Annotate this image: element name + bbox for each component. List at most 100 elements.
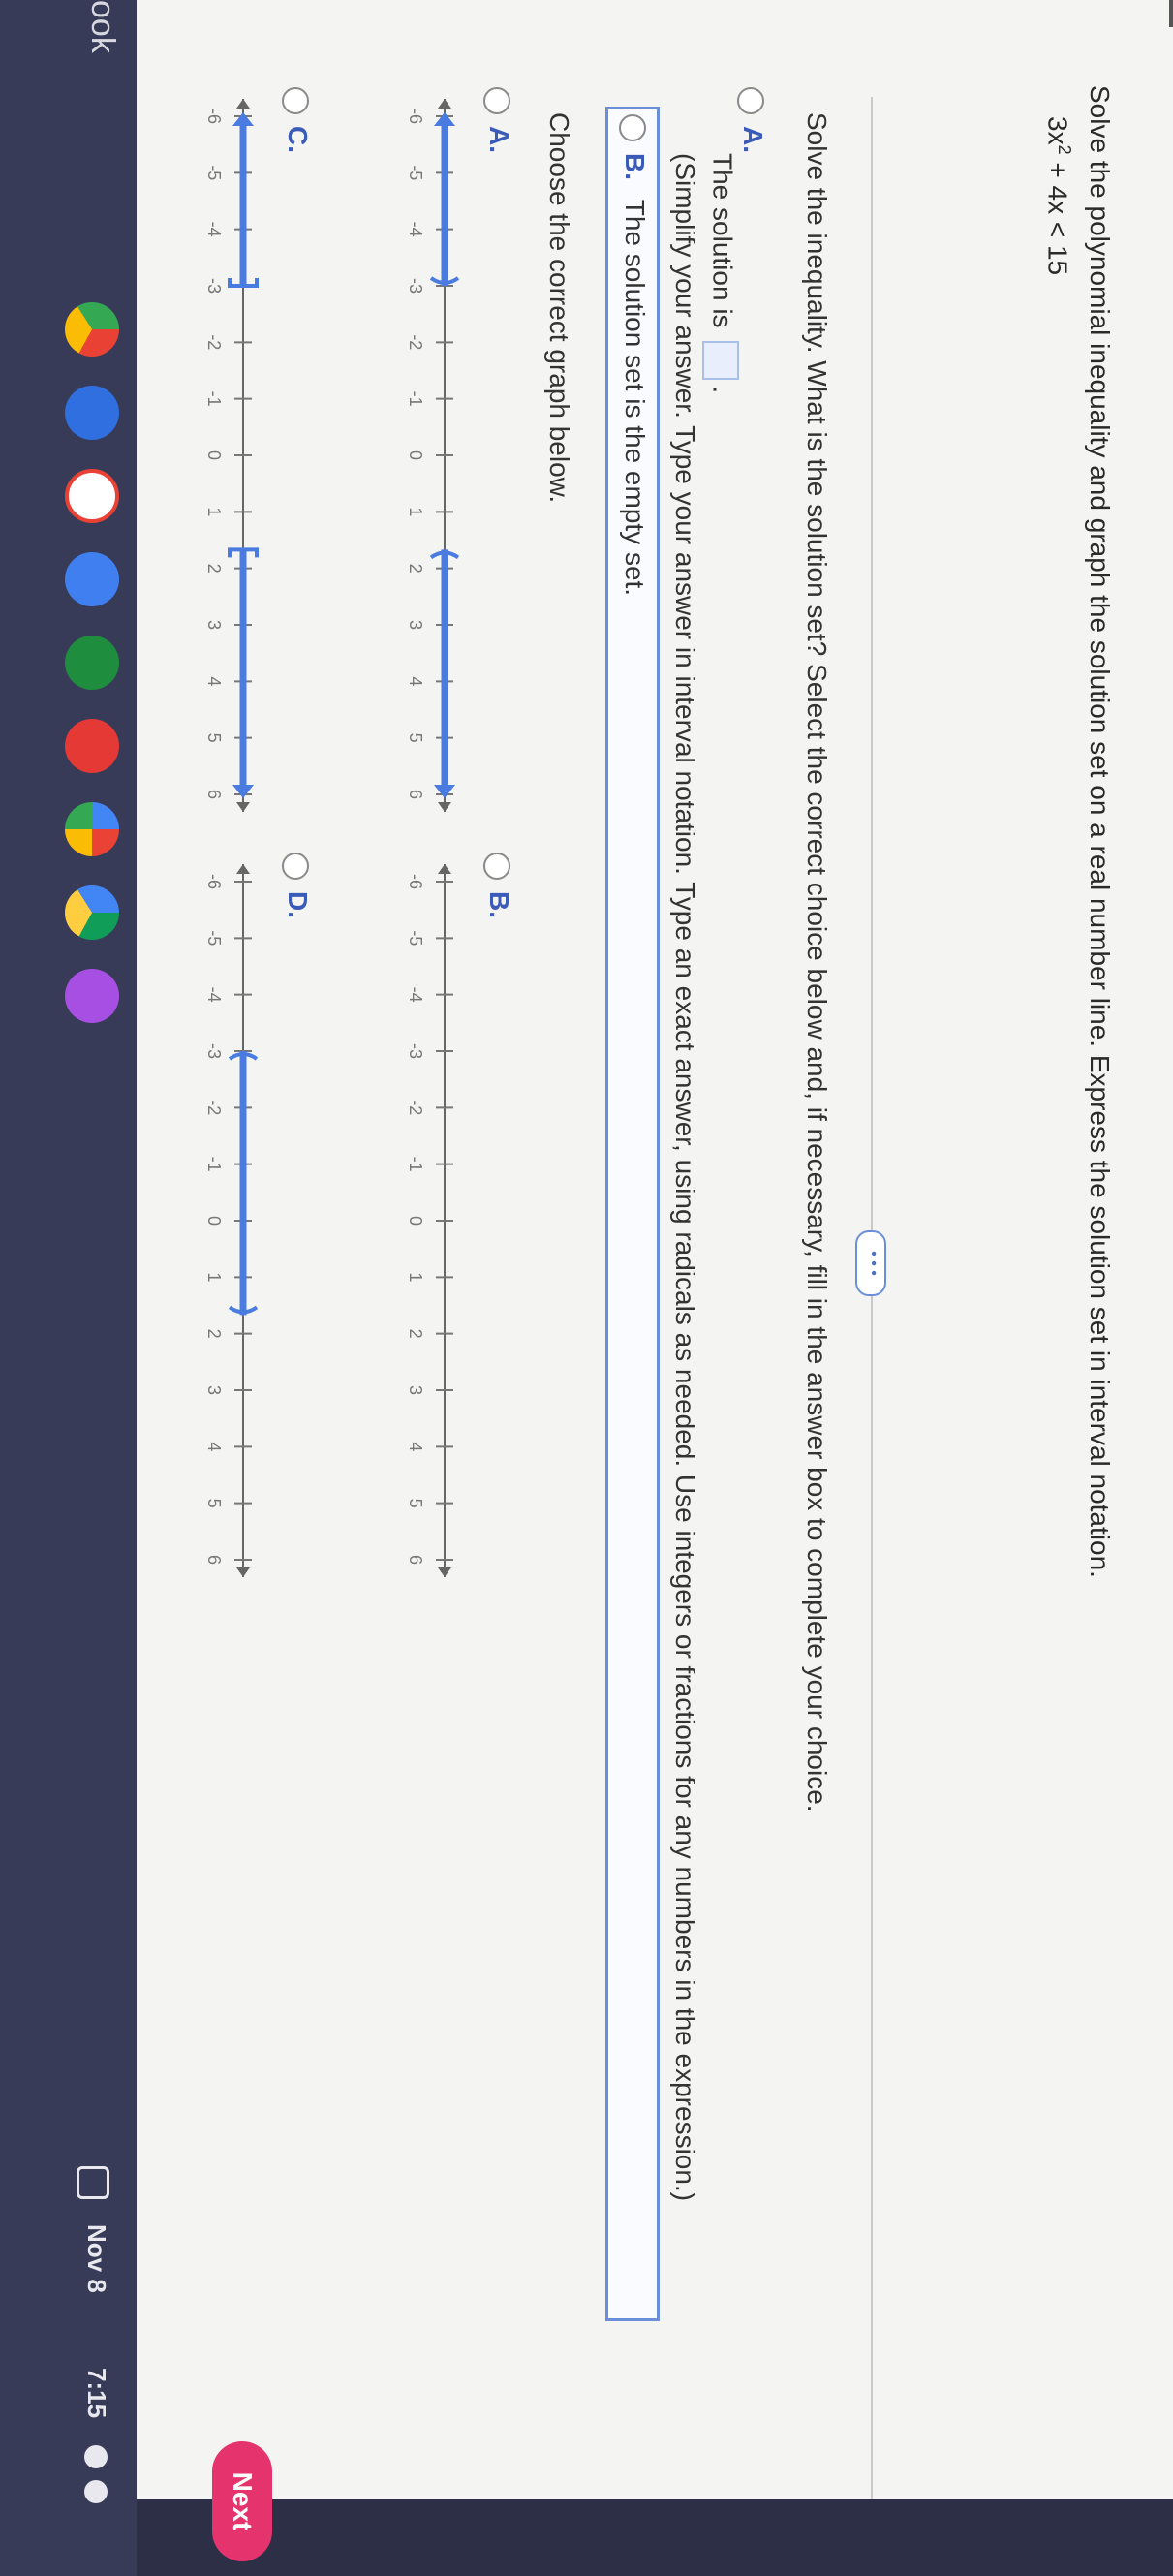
graph-a-right-arrow <box>438 802 451 812</box>
notification-icon[interactable] <box>77 2166 109 2199</box>
graph-c-tick-label: 1 <box>204 507 224 516</box>
graph-a-tick-label: 5 <box>406 733 425 743</box>
graph-b-radio[interactable] <box>483 853 511 880</box>
graph-c-option[interactable]: C. <box>282 87 313 153</box>
graph-b-number-line: -6 -5 -4 -3 -2 -1 0 1 2 3 4 5 6 <box>406 864 453 1577</box>
photos-icon[interactable] <box>65 802 119 856</box>
graph-c-tick-label: -4 <box>204 222 224 237</box>
graph-b-tick-label: 0 <box>406 1216 425 1226</box>
graph-b-tick-label: 2 <box>406 1329 425 1339</box>
graph-c-tick-label: 6 <box>204 790 224 799</box>
graph-b-left-arrow <box>438 864 451 874</box>
keep-icon[interactable] <box>65 969 119 1023</box>
taskbar-time[interactable]: 7:15 <box>81 2368 111 2418</box>
graph-c-radio[interactable] <box>282 87 310 114</box>
graph-d-tick-label: 3 <box>204 1385 224 1395</box>
drive-icon[interactable] <box>65 885 119 940</box>
graph-c-tick-label: 0 <box>204 450 224 460</box>
graph-c-segment-arrow <box>232 112 254 126</box>
graph-b-right-arrow <box>438 1567 451 1577</box>
graph-b-tick-label: 4 <box>406 1442 425 1451</box>
graph-a-radio[interactable] <box>483 87 511 114</box>
youtube-icon[interactable] <box>65 719 119 773</box>
choice-b-text: The solution set is the empty set. <box>620 199 650 597</box>
choice-b-label: B. <box>620 153 650 180</box>
graph-a-tick-label: 0 <box>406 450 425 460</box>
wifi-icon[interactable] <box>84 2445 108 2468</box>
graph-c-tick-label: 4 <box>204 676 224 686</box>
expression-rest: + 4x < 15 <box>1042 154 1073 276</box>
graph-d-tick-label: 2 <box>204 1329 224 1339</box>
screen: Solve the polynomial inequality and grap… <box>0 0 1173 2576</box>
graph-a-tick-label: 3 <box>406 620 425 630</box>
graph-b-tick-label: -4 <box>406 987 425 1003</box>
taskbar-side-text: ook <box>84 0 121 53</box>
chrome-icon[interactable] <box>65 302 119 357</box>
expression-base: 3x <box>1042 116 1073 145</box>
graph-d-right-arrow <box>236 1567 250 1577</box>
graph-a-segment-arrow <box>434 785 455 798</box>
graph-a-segment-arrow <box>434 112 455 126</box>
graph-c-tick-label: 3 <box>204 620 224 630</box>
graph-d-radio[interactable] <box>282 853 310 880</box>
graph-c-right-arrow <box>236 802 250 812</box>
graph-b-option[interactable]: B. <box>483 853 514 918</box>
graph-a-label: A. <box>484 126 514 153</box>
graph-c-left-arrow <box>236 99 250 109</box>
graph-b-tick-label: 1 <box>406 1272 425 1282</box>
graph-b-tick-label: 5 <box>406 1499 425 1508</box>
graph-a-tick-label: 1 <box>406 507 425 516</box>
next-button[interactable]: Next <box>212 2441 272 2561</box>
graph-a-tick-label: -5 <box>406 165 425 180</box>
choice-a-hint: (Simplify your answer. Type your answer … <box>670 153 700 2202</box>
graph-c-tick-label: -2 <box>204 334 224 350</box>
choice-a-radio[interactable] <box>737 87 765 114</box>
graph-c-tick-label: -1 <box>204 391 224 407</box>
graph-d-tick-label: 4 <box>204 1442 224 1451</box>
graph-a-tick-label: -6 <box>406 109 425 124</box>
taskbar-date[interactable]: Nov 8 <box>81 2224 111 2293</box>
files-icon[interactable] <box>65 386 119 440</box>
graph-c-label: C. <box>283 126 313 153</box>
graph-a-tick-label: -2 <box>406 334 425 350</box>
calendar-icon[interactable] <box>65 552 119 606</box>
choice-a-text: The solution is <box>707 153 738 328</box>
graph-b-tick-label: -3 <box>406 1043 425 1059</box>
graph-c-tick-label: -6 <box>204 109 224 124</box>
part1-instruction: Solve the inequality. What is the soluti… <box>802 112 832 1813</box>
graph-d-tick-label: -2 <box>204 1100 224 1115</box>
choice-b[interactable]: B. The solution set is the empty set. <box>619 114 650 596</box>
graph-d-tick-label: -6 <box>204 874 224 889</box>
expand-handle[interactable]: • • • <box>855 1230 886 1296</box>
gmail-icon[interactable] <box>65 469 119 523</box>
graph-b-tick-label: -2 <box>406 1100 425 1115</box>
graph-a-number-line: -6 -5 -4 -3 -2 -1 0 1 2 3 4 5 6 <box>406 99 460 812</box>
classroom-icon[interactable] <box>65 636 119 690</box>
graph-d-tick-label: 5 <box>204 1499 224 1508</box>
choice-a-text-line: The solution is . <box>702 153 739 393</box>
menu-icon[interactable] <box>1169 0 1173 27</box>
graph-b-tick-label: -5 <box>406 930 425 946</box>
choice-b-radio[interactable] <box>619 114 647 141</box>
battery-icon[interactable] <box>84 2480 108 2503</box>
graph-a-option[interactable]: A. <box>483 87 514 153</box>
graph-d-tick-label: 0 <box>204 1216 224 1226</box>
question-prompt: Solve the polynomial inequality and grap… <box>1085 85 1115 1578</box>
taskbar <box>0 0 137 2576</box>
graph-d-tick-label: -4 <box>204 987 224 1003</box>
answer-input-box[interactable] <box>702 341 739 381</box>
choice-a[interactable]: A. <box>737 87 768 153</box>
graph-d-tick-label: -3 <box>204 1043 224 1059</box>
inequality-expression: 3x2 + 4x < 15 <box>1042 116 1074 275</box>
graph-d-tick-label: -1 <box>204 1157 224 1172</box>
graph-a-tick-label: -1 <box>406 391 425 407</box>
graph-d-tick-label: 1 <box>204 1272 224 1282</box>
graph-a-tick-label: -4 <box>406 222 425 237</box>
graph-b-tick-label: 6 <box>406 1555 425 1565</box>
graph-d-option[interactable]: D. <box>282 853 313 918</box>
graph-b-tick-label: 3 <box>406 1385 425 1395</box>
graph-c-tick-label: -3 <box>204 278 224 294</box>
graph-b-tick-label: -6 <box>406 874 425 889</box>
graph-c-tick-label: 5 <box>204 733 224 743</box>
graph-a-tick-label: -3 <box>406 278 425 294</box>
